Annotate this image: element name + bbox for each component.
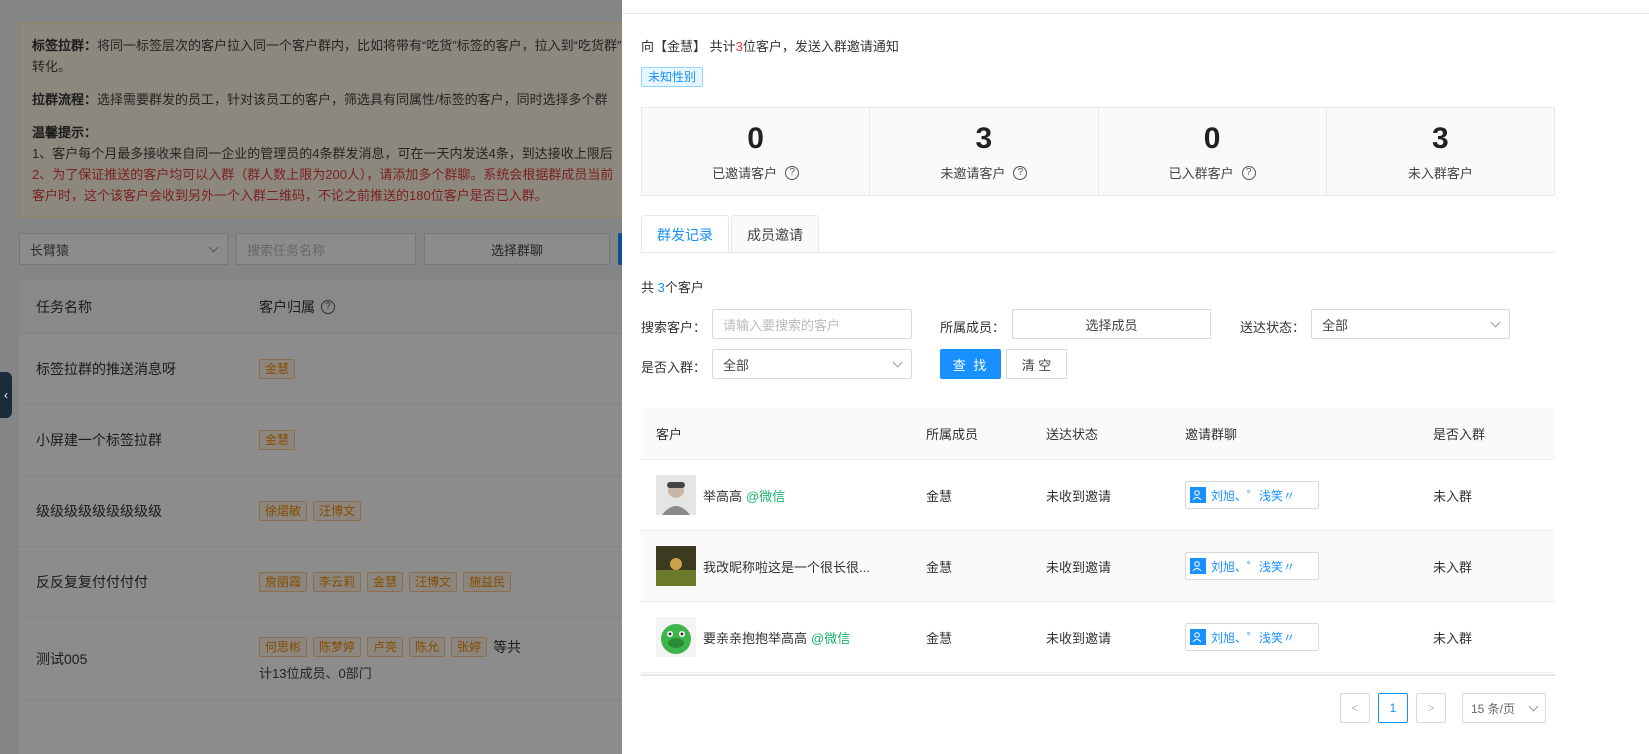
- header-customer: 客户: [656, 427, 683, 442]
- customer-count: 共 3个客户: [641, 277, 704, 296]
- title-count: 3: [735, 39, 743, 54]
- avatar: [656, 475, 696, 515]
- stat-label: 未邀请客户: [940, 166, 1006, 181]
- avatar: [656, 617, 696, 657]
- group-chat-icon: [1190, 487, 1206, 503]
- header-member: 所属成员: [926, 427, 979, 442]
- group-chip[interactable]: 刘旭、゜浅笑〃: [1185, 623, 1319, 651]
- page-size-value: 15 条/页: [1471, 701, 1516, 716]
- customer-name: 我改昵称啦这是一个很长很...: [703, 559, 870, 575]
- chevron-left-icon: ‹: [4, 388, 8, 402]
- member-label: 所属成员：: [940, 320, 1006, 335]
- group-chip[interactable]: 刘旭、゜浅笑〃: [1185, 552, 1319, 580]
- customer-name: 要亲亲抱抱举高高: [703, 630, 808, 646]
- page-1-button[interactable]: 1: [1378, 693, 1408, 723]
- stat-value: 3: [975, 122, 993, 155]
- joined-cell: 未入群: [1433, 630, 1473, 646]
- tab-member-invite[interactable]: 成员邀请: [731, 215, 819, 253]
- stat-value: 3: [1432, 122, 1449, 155]
- joined-cell: 未入群: [1433, 488, 1473, 504]
- status-cell: 未收到邀请: [1046, 559, 1112, 575]
- group-names: 刘旭、゜浅笑〃: [1211, 630, 1296, 645]
- search-customer-label: 搜索客户：: [641, 320, 707, 335]
- status-select-value: 全部: [1322, 317, 1349, 333]
- chevron-down-icon: [892, 357, 903, 367]
- table-row[interactable]: 举高高 @微信 金慧 未收到邀请 刘旭、゜浅笑〃 未入群: [641, 460, 1555, 531]
- group-chat-icon: [1190, 629, 1206, 645]
- joined-label: 是否入群：: [641, 360, 707, 375]
- member-cell: 金慧: [926, 559, 953, 575]
- header-group: 邀请群聊: [1185, 427, 1238, 442]
- count-prefix: 共: [641, 280, 658, 295]
- joined-select-value: 全部: [723, 357, 750, 373]
- scrollbar-track[interactable]: [641, 674, 1555, 676]
- count-value: 3: [657, 280, 665, 295]
- help-icon[interactable]: ?: [785, 165, 800, 180]
- collapse-handle[interactable]: ‹: [0, 372, 12, 418]
- search-button[interactable]: 查 找: [940, 349, 1001, 379]
- tab-send-records[interactable]: 群发记录: [641, 215, 729, 253]
- pagination: < 1 >: [1340, 693, 1446, 723]
- title-prefix: 向【金慧】 共计: [641, 39, 736, 54]
- header-status: 送达状态: [1046, 427, 1099, 442]
- group-chat-icon: [1190, 558, 1206, 574]
- status-label: 送达状态：: [1240, 320, 1306, 335]
- help-icon[interactable]: ?: [1013, 165, 1028, 180]
- chevron-down-icon: [1490, 317, 1501, 327]
- page-size-select[interactable]: 15 条/页: [1462, 693, 1546, 723]
- stat-not-joined: 3 未入群客户: [1327, 108, 1554, 195]
- customer-table-header: 客户 所属成员 送达状态 邀请群聊 是否入群: [641, 408, 1555, 460]
- customer-name: 举高高: [703, 488, 743, 504]
- customer-table: 客户 所属成员 送达状态 邀请群聊 是否入群 举高高 @微信 金慧 未收到邀请 刘…: [641, 408, 1555, 673]
- member-cell: 金慧: [926, 630, 953, 646]
- wechat-channel: @微信: [811, 630, 851, 646]
- chevron-down-icon: [1528, 701, 1539, 711]
- status-select[interactable]: 全部: [1311, 309, 1510, 339]
- stat-label: 未入群客户: [1407, 166, 1473, 181]
- help-icon[interactable]: ?: [1241, 165, 1256, 180]
- title-suffix: 位客户，发送入群邀请通知: [742, 39, 899, 54]
- stat-not-invited: 3 未邀请客户?: [870, 108, 1099, 195]
- prev-page-button[interactable]: <: [1340, 693, 1370, 723]
- divider: [622, 13, 1649, 14]
- group-names: 刘旭、゜浅笑〃: [1211, 488, 1296, 503]
- joined-cell: 未入群: [1433, 559, 1473, 575]
- stat-label: 已入群客户: [1168, 166, 1234, 181]
- select-member-button[interactable]: 选择成员: [1012, 309, 1211, 339]
- count-suffix: 个客户: [664, 280, 704, 295]
- header-joined: 是否入群: [1433, 427, 1486, 442]
- stats-panel: 0 已邀请客户? 3 未邀请客户? 0 已入群客户? 3 未入群客户: [641, 107, 1555, 196]
- table-row[interactable]: 我改昵称啦这是一个很长很... 金慧 未收到邀请 刘旭、゜浅笑〃 未入群: [641, 531, 1555, 602]
- stat-invited: 0 已邀请客户?: [642, 108, 871, 195]
- search-customer-input[interactable]: 请输入要搜索的客户: [712, 309, 912, 339]
- clear-button[interactable]: 清 空: [1006, 349, 1067, 379]
- stat-value: 0: [747, 122, 764, 155]
- next-page-button[interactable]: >: [1416, 693, 1446, 723]
- invite-detail-drawer: 向【金慧】 共计3位客户，发送入群邀请通知 未知性别 0 已邀请客户? 3 未邀…: [622, 0, 1649, 754]
- group-names: 刘旭、゜浅笑〃: [1211, 559, 1296, 574]
- wechat-channel: @微信: [746, 488, 786, 504]
- drawer-title: 向【金慧】 共计3位客户，发送入群邀请通知: [641, 36, 899, 55]
- table-row[interactable]: 要亲亲抱抱举高高 @微信 金慧 未收到邀请 刘旭、゜浅笑〃 未入群: [641, 602, 1555, 673]
- divider: [641, 252, 1555, 253]
- joined-select[interactable]: 全部: [712, 349, 912, 379]
- stat-label: 已邀请客户: [712, 166, 778, 181]
- stat-joined: 0 已入群客户?: [1099, 108, 1327, 195]
- stat-value: 0: [1203, 122, 1221, 155]
- avatar: [656, 546, 696, 586]
- drawer-tabs: 群发记录 成员邀请: [641, 215, 821, 253]
- status-cell: 未收到邀请: [1046, 488, 1112, 504]
- modal-mask[interactable]: [0, 0, 622, 754]
- member-cell: 金慧: [926, 488, 953, 504]
- group-chip[interactable]: 刘旭、゜浅笑〃: [1185, 481, 1319, 509]
- status-cell: 未收到邀请: [1046, 630, 1112, 646]
- gender-tag: 未知性别: [641, 67, 704, 87]
